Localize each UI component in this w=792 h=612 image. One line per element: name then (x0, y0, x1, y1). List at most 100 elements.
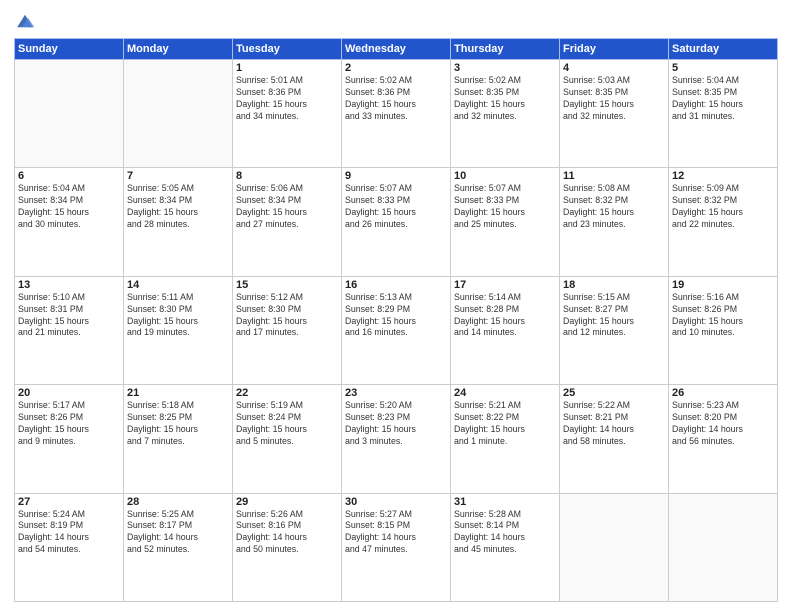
day-detail: Sunrise: 5:25 AM Sunset: 8:17 PM Dayligh… (127, 509, 229, 557)
calendar-cell: 8Sunrise: 5:06 AM Sunset: 8:34 PM Daylig… (233, 168, 342, 276)
day-number: 4 (563, 62, 665, 74)
day-number: 2 (345, 62, 447, 74)
day-number: 29 (236, 496, 338, 508)
weekday-header-tuesday: Tuesday (233, 39, 342, 60)
day-detail: Sunrise: 5:21 AM Sunset: 8:22 PM Dayligh… (454, 400, 556, 448)
day-detail: Sunrise: 5:27 AM Sunset: 8:15 PM Dayligh… (345, 509, 447, 557)
day-detail: Sunrise: 5:26 AM Sunset: 8:16 PM Dayligh… (236, 509, 338, 557)
weekday-header-thursday: Thursday (451, 39, 560, 60)
calendar-table: SundayMondayTuesdayWednesdayThursdayFrid… (14, 38, 778, 602)
day-number: 28 (127, 496, 229, 508)
day-detail: Sunrise: 5:04 AM Sunset: 8:34 PM Dayligh… (18, 183, 120, 231)
day-number: 14 (127, 279, 229, 291)
calendar-cell (15, 60, 124, 168)
calendar-cell: 9Sunrise: 5:07 AM Sunset: 8:33 PM Daylig… (342, 168, 451, 276)
calendar-cell: 1Sunrise: 5:01 AM Sunset: 8:36 PM Daylig… (233, 60, 342, 168)
calendar-cell: 24Sunrise: 5:21 AM Sunset: 8:22 PM Dayli… (451, 385, 560, 493)
day-detail: Sunrise: 5:18 AM Sunset: 8:25 PM Dayligh… (127, 400, 229, 448)
calendar-cell: 6Sunrise: 5:04 AM Sunset: 8:34 PM Daylig… (15, 168, 124, 276)
day-number: 15 (236, 279, 338, 291)
page: SundayMondayTuesdayWednesdayThursdayFrid… (0, 0, 792, 612)
day-number: 21 (127, 387, 229, 399)
weekday-header-row: SundayMondayTuesdayWednesdayThursdayFrid… (15, 39, 778, 60)
day-detail: Sunrise: 5:03 AM Sunset: 8:35 PM Dayligh… (563, 75, 665, 123)
day-detail: Sunrise: 5:23 AM Sunset: 8:20 PM Dayligh… (672, 400, 774, 448)
day-number: 11 (563, 170, 665, 182)
day-detail: Sunrise: 5:04 AM Sunset: 8:35 PM Dayligh… (672, 75, 774, 123)
header (14, 10, 778, 32)
day-detail: Sunrise: 5:07 AM Sunset: 8:33 PM Dayligh… (345, 183, 447, 231)
day-detail: Sunrise: 5:28 AM Sunset: 8:14 PM Dayligh… (454, 509, 556, 557)
week-row-5: 27Sunrise: 5:24 AM Sunset: 8:19 PM Dayli… (15, 493, 778, 601)
day-detail: Sunrise: 5:10 AM Sunset: 8:31 PM Dayligh… (18, 292, 120, 340)
day-number: 23 (345, 387, 447, 399)
calendar-cell: 3Sunrise: 5:02 AM Sunset: 8:35 PM Daylig… (451, 60, 560, 168)
day-detail: Sunrise: 5:20 AM Sunset: 8:23 PM Dayligh… (345, 400, 447, 448)
weekday-header-monday: Monday (124, 39, 233, 60)
day-number: 19 (672, 279, 774, 291)
day-number: 9 (345, 170, 447, 182)
calendar-cell: 7Sunrise: 5:05 AM Sunset: 8:34 PM Daylig… (124, 168, 233, 276)
calendar-cell: 21Sunrise: 5:18 AM Sunset: 8:25 PM Dayli… (124, 385, 233, 493)
calendar-cell: 28Sunrise: 5:25 AM Sunset: 8:17 PM Dayli… (124, 493, 233, 601)
day-number: 13 (18, 279, 120, 291)
calendar-cell: 18Sunrise: 5:15 AM Sunset: 8:27 PM Dayli… (560, 276, 669, 384)
day-detail: Sunrise: 5:05 AM Sunset: 8:34 PM Dayligh… (127, 183, 229, 231)
logo (14, 10, 40, 32)
calendar-cell: 11Sunrise: 5:08 AM Sunset: 8:32 PM Dayli… (560, 168, 669, 276)
day-detail: Sunrise: 5:24 AM Sunset: 8:19 PM Dayligh… (18, 509, 120, 557)
day-number: 31 (454, 496, 556, 508)
week-row-4: 20Sunrise: 5:17 AM Sunset: 8:26 PM Dayli… (15, 385, 778, 493)
day-detail: Sunrise: 5:16 AM Sunset: 8:26 PM Dayligh… (672, 292, 774, 340)
day-detail: Sunrise: 5:14 AM Sunset: 8:28 PM Dayligh… (454, 292, 556, 340)
calendar-cell: 4Sunrise: 5:03 AM Sunset: 8:35 PM Daylig… (560, 60, 669, 168)
day-detail: Sunrise: 5:07 AM Sunset: 8:33 PM Dayligh… (454, 183, 556, 231)
weekday-header-saturday: Saturday (669, 39, 778, 60)
calendar-cell (560, 493, 669, 601)
calendar-cell: 12Sunrise: 5:09 AM Sunset: 8:32 PM Dayli… (669, 168, 778, 276)
logo-icon (14, 10, 36, 32)
weekday-header-sunday: Sunday (15, 39, 124, 60)
calendar-cell: 5Sunrise: 5:04 AM Sunset: 8:35 PM Daylig… (669, 60, 778, 168)
day-detail: Sunrise: 5:22 AM Sunset: 8:21 PM Dayligh… (563, 400, 665, 448)
day-number: 20 (18, 387, 120, 399)
calendar-cell: 20Sunrise: 5:17 AM Sunset: 8:26 PM Dayli… (15, 385, 124, 493)
calendar-cell: 14Sunrise: 5:11 AM Sunset: 8:30 PM Dayli… (124, 276, 233, 384)
day-number: 12 (672, 170, 774, 182)
day-number: 1 (236, 62, 338, 74)
day-detail: Sunrise: 5:02 AM Sunset: 8:35 PM Dayligh… (454, 75, 556, 123)
day-number: 24 (454, 387, 556, 399)
calendar-cell: 26Sunrise: 5:23 AM Sunset: 8:20 PM Dayli… (669, 385, 778, 493)
day-detail: Sunrise: 5:08 AM Sunset: 8:32 PM Dayligh… (563, 183, 665, 231)
day-detail: Sunrise: 5:01 AM Sunset: 8:36 PM Dayligh… (236, 75, 338, 123)
calendar-cell: 31Sunrise: 5:28 AM Sunset: 8:14 PM Dayli… (451, 493, 560, 601)
day-detail: Sunrise: 5:09 AM Sunset: 8:32 PM Dayligh… (672, 183, 774, 231)
calendar-cell: 17Sunrise: 5:14 AM Sunset: 8:28 PM Dayli… (451, 276, 560, 384)
day-number: 8 (236, 170, 338, 182)
day-number: 3 (454, 62, 556, 74)
day-number: 18 (563, 279, 665, 291)
calendar-cell: 10Sunrise: 5:07 AM Sunset: 8:33 PM Dayli… (451, 168, 560, 276)
day-detail: Sunrise: 5:11 AM Sunset: 8:30 PM Dayligh… (127, 292, 229, 340)
day-detail: Sunrise: 5:17 AM Sunset: 8:26 PM Dayligh… (18, 400, 120, 448)
calendar-cell: 13Sunrise: 5:10 AM Sunset: 8:31 PM Dayli… (15, 276, 124, 384)
day-number: 30 (345, 496, 447, 508)
calendar-cell: 22Sunrise: 5:19 AM Sunset: 8:24 PM Dayli… (233, 385, 342, 493)
calendar-cell (669, 493, 778, 601)
weekday-header-wednesday: Wednesday (342, 39, 451, 60)
day-detail: Sunrise: 5:02 AM Sunset: 8:36 PM Dayligh… (345, 75, 447, 123)
calendar-cell: 16Sunrise: 5:13 AM Sunset: 8:29 PM Dayli… (342, 276, 451, 384)
calendar-cell: 23Sunrise: 5:20 AM Sunset: 8:23 PM Dayli… (342, 385, 451, 493)
day-detail: Sunrise: 5:13 AM Sunset: 8:29 PM Dayligh… (345, 292, 447, 340)
calendar-cell: 25Sunrise: 5:22 AM Sunset: 8:21 PM Dayli… (560, 385, 669, 493)
day-number: 6 (18, 170, 120, 182)
week-row-1: 1Sunrise: 5:01 AM Sunset: 8:36 PM Daylig… (15, 60, 778, 168)
day-detail: Sunrise: 5:15 AM Sunset: 8:27 PM Dayligh… (563, 292, 665, 340)
day-detail: Sunrise: 5:06 AM Sunset: 8:34 PM Dayligh… (236, 183, 338, 231)
day-number: 25 (563, 387, 665, 399)
calendar-cell: 29Sunrise: 5:26 AM Sunset: 8:16 PM Dayli… (233, 493, 342, 601)
day-detail: Sunrise: 5:19 AM Sunset: 8:24 PM Dayligh… (236, 400, 338, 448)
day-number: 27 (18, 496, 120, 508)
weekday-header-friday: Friday (560, 39, 669, 60)
week-row-3: 13Sunrise: 5:10 AM Sunset: 8:31 PM Dayli… (15, 276, 778, 384)
